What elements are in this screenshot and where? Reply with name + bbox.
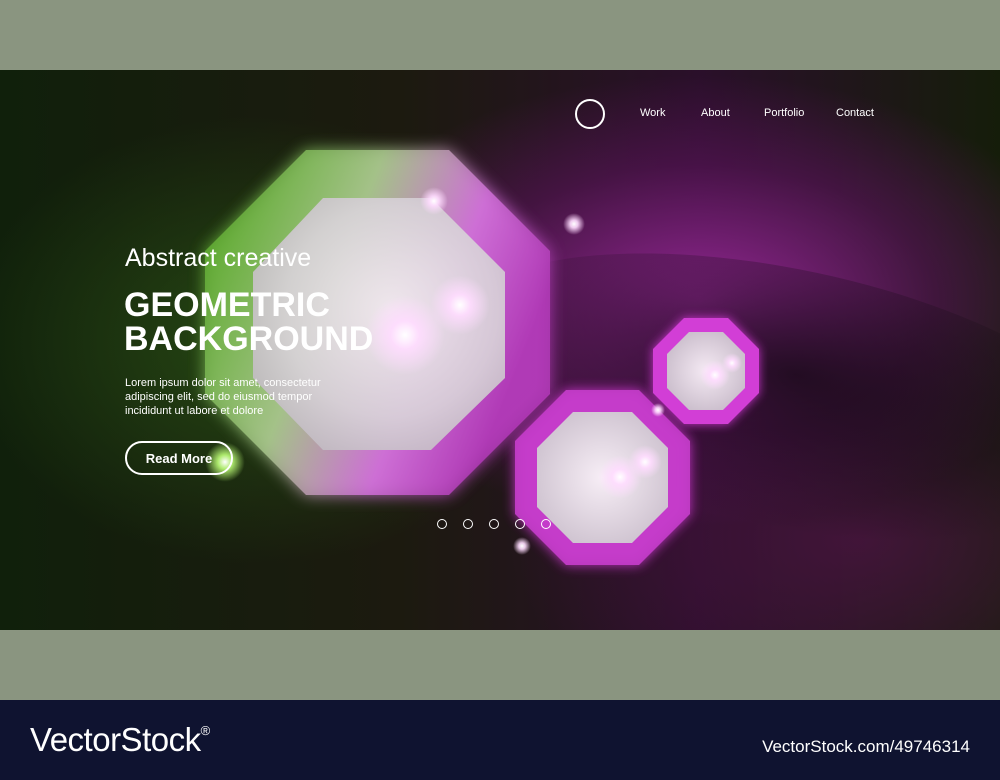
hero-title-line-2: BACKGROUND bbox=[124, 320, 374, 358]
light-flare bbox=[651, 403, 665, 417]
registered-mark: ® bbox=[200, 723, 211, 738]
nav-item-portfolio[interactable]: Portfolio bbox=[764, 107, 804, 119]
hero-title-line-1: GEOMETRIC bbox=[124, 286, 330, 324]
brand-logo: VectorStock® bbox=[30, 721, 210, 759]
pagination-dot[interactable] bbox=[437, 519, 447, 529]
light-flare bbox=[628, 445, 662, 479]
hero-subtitle: Abstract creative bbox=[125, 244, 312, 272]
nav-item-about[interactable]: About bbox=[701, 107, 730, 119]
hero-title: GEOMETRIC BACKGROUND bbox=[124, 288, 373, 356]
top-navigation: Work About Portfolio Contact bbox=[575, 99, 895, 129]
stock-image-id: VectorStock.com/49746314 bbox=[762, 737, 970, 756]
light-flare bbox=[513, 537, 531, 555]
light-flare bbox=[563, 213, 585, 235]
pagination-dot[interactable] bbox=[463, 519, 473, 529]
watermark-footer: VectorStock® VectorStock.com/49746314 bbox=[0, 700, 1000, 780]
light-flare bbox=[430, 275, 490, 335]
brand-name: VectorStock bbox=[30, 721, 201, 758]
pagination-dot[interactable] bbox=[515, 519, 525, 529]
logo-circle-icon[interactable] bbox=[575, 99, 605, 129]
read-more-button[interactable]: Read More bbox=[125, 441, 233, 475]
pagination-dot[interactable] bbox=[541, 519, 551, 529]
light-flare bbox=[722, 353, 742, 373]
nav-item-contact[interactable]: Contact bbox=[836, 107, 874, 119]
hero-description: Lorem ipsum dolor sit amet, consectetur … bbox=[125, 377, 321, 417]
nav-item-work[interactable]: Work bbox=[640, 107, 665, 119]
pagination-dot[interactable] bbox=[489, 519, 499, 529]
light-flare bbox=[420, 187, 448, 215]
